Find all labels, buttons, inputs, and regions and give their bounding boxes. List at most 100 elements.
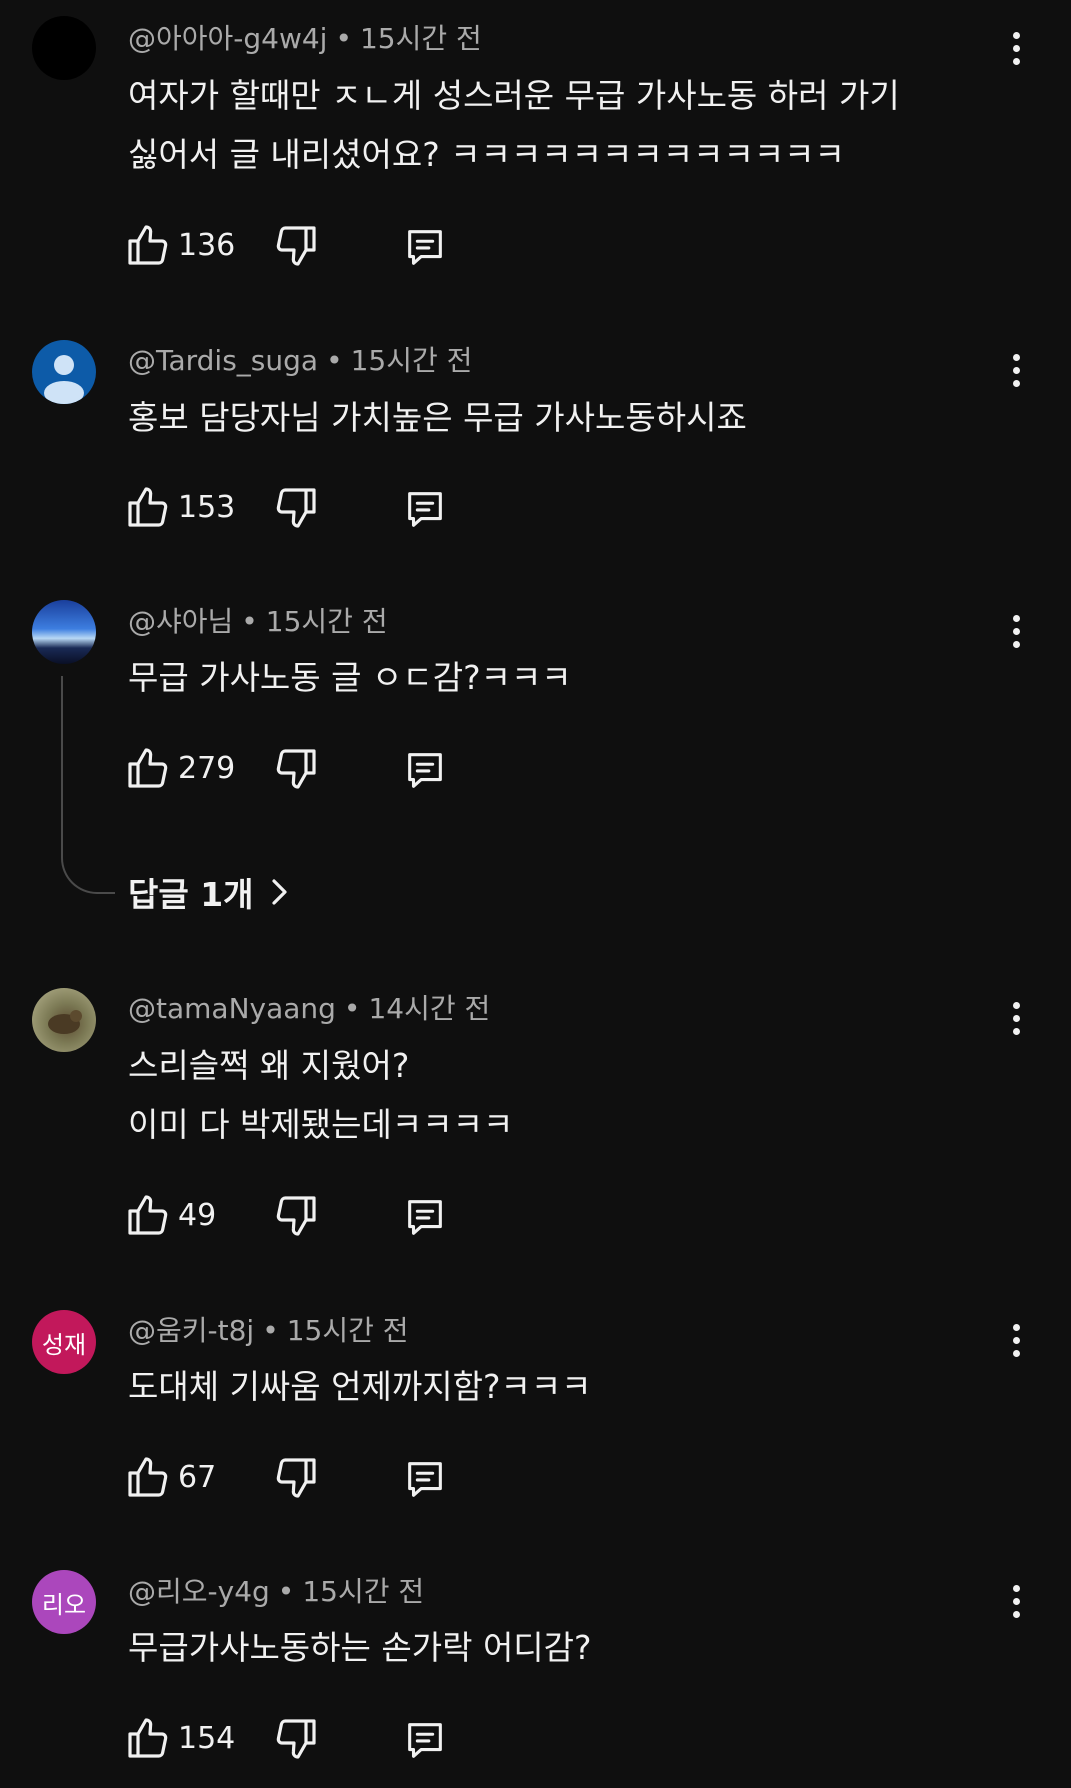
replies-label: 답글 1개: [128, 875, 254, 914]
comment-text: 홍보 담당자님 가치높은 무급 가사노동하시죠: [128, 388, 988, 447]
thumbs-up-icon: [128, 1718, 168, 1758]
thumbs-down-icon: [276, 488, 316, 528]
bird-photo-icon: [48, 1010, 82, 1034]
comment-line: 싫어서 글 내리셨어요? ㅋㅋㅋㅋㅋㅋㅋㅋㅋㅋㅋㅋㅋ: [128, 135, 845, 174]
comment-line: 스리슬쩍 왜 지웠어?: [128, 1046, 410, 1085]
author-name[interactable]: @샤아님: [128, 605, 233, 638]
comment-text: 무급 가사노동 글 ㅇㄷ감?ㅋㅋㅋ: [128, 648, 988, 707]
dislike-button[interactable]: [272, 745, 320, 797]
comment-icon: [408, 1200, 442, 1235]
separator-dot: •: [335, 22, 352, 55]
comment-text: 여자가 할때만 ㅈㄴ게 성스러운 무급 가사노동 하러 가기 싫어서 글 내리셨…: [128, 66, 988, 184]
reply-button[interactable]: [402, 1456, 448, 1506]
more-options-button[interactable]: [1000, 996, 1032, 1040]
thumbs-up-icon: [128, 1195, 168, 1235]
thread-connector: [61, 676, 115, 894]
like-count: 67: [178, 1459, 217, 1495]
like-button[interactable]: 279: [124, 743, 235, 793]
author-name[interactable]: @Tardis_suga: [128, 344, 318, 377]
like-button[interactable]: 153: [124, 482, 235, 532]
reply-button[interactable]: [402, 1194, 448, 1244]
separator-dot: •: [241, 605, 258, 638]
comment-text: 무급가사노동하는 손가락 어디감?: [128, 1618, 988, 1677]
dislike-button[interactable]: [272, 1192, 320, 1244]
comment-meta: @샤아님 • 15시간 전: [128, 605, 388, 639]
thumbs-down-icon: [276, 1719, 316, 1759]
more-options-button[interactable]: [1000, 1579, 1032, 1623]
reply-button[interactable]: [402, 224, 448, 274]
avatar[interactable]: [32, 16, 96, 80]
comment-meta: @아아아-g4w4j • 15시간 전: [128, 22, 482, 56]
default-profile-icon: [44, 355, 84, 404]
like-count: 153: [178, 489, 236, 525]
dislike-button[interactable]: [272, 222, 320, 274]
comment-meta: @Tardis_suga • 15시간 전: [128, 344, 472, 378]
dislike-button[interactable]: [272, 1454, 320, 1506]
separator-dot: •: [262, 1314, 279, 1347]
like-button[interactable]: 154: [124, 1713, 235, 1763]
comment-text: 도대체 기싸움 언제까지함?ㅋㅋㅋ: [128, 1357, 988, 1416]
author-name[interactable]: @아아아-g4w4j: [128, 22, 327, 55]
like-count: 49: [178, 1197, 217, 1233]
like-button[interactable]: 49: [124, 1190, 216, 1240]
reply-button[interactable]: [402, 1717, 448, 1767]
comment-icon: [408, 753, 442, 788]
like-button[interactable]: 67: [124, 1452, 216, 1502]
like-count: 136: [178, 227, 236, 263]
comment-actions: 154: [124, 1713, 484, 1763]
thumbs-down-icon: [276, 1196, 316, 1236]
timestamp: 15시간 전: [286, 1314, 409, 1347]
avatar[interactable]: 리오: [32, 1570, 96, 1634]
timestamp: 15시간 전: [265, 605, 388, 638]
separator-dot: •: [277, 1575, 295, 1608]
dislike-button[interactable]: [272, 484, 320, 536]
more-options-button[interactable]: [1000, 1318, 1032, 1362]
timestamp: 15시간 전: [350, 344, 473, 377]
comment-icon: [408, 492, 442, 527]
avatar[interactable]: [32, 600, 96, 664]
comment-line: 홍보 담당자님 가치높은 무급 가사노동하시죠: [128, 398, 747, 437]
reply-button[interactable]: [402, 486, 448, 536]
timestamp: 14시간 전: [368, 992, 491, 1025]
comment-line: 무급가사노동하는 손가락 어디감?: [128, 1628, 592, 1667]
thumbs-up-icon: [128, 1457, 168, 1497]
avatar-initials: 리오: [41, 1590, 87, 1619]
like-count: 279: [178, 750, 236, 786]
separator-dot: •: [343, 992, 361, 1025]
comment-actions: 136: [124, 220, 484, 270]
author-name[interactable]: @움키-t8j: [128, 1314, 254, 1347]
like-button[interactable]: 136: [124, 220, 235, 270]
author-name[interactable]: @tamaNyaang: [128, 992, 336, 1025]
comment-actions: 279: [124, 743, 484, 793]
comment-line: 무급 가사노동 글 ㅇㄷ감?ㅋㅋㅋ: [128, 658, 572, 697]
comment-line: 도대체 기싸움 언제까지함?ㅋㅋㅋ: [128, 1367, 592, 1406]
like-count: 154: [178, 1720, 236, 1756]
reply-button[interactable]: [402, 747, 448, 797]
thumbs-down-icon: [276, 1458, 316, 1498]
comment-icon: [408, 230, 442, 265]
dislike-button[interactable]: [272, 1715, 320, 1767]
avatar-initials: 성재: [41, 1330, 87, 1359]
thumbs-down-icon: [276, 749, 316, 789]
comment-actions: 67: [124, 1452, 484, 1502]
avatar[interactable]: 성재: [32, 1310, 96, 1374]
comment-text: 스리슬쩍 왜 지웠어? 이미 다 박제됐는데ㅋㅋㅋㅋ: [128, 1036, 988, 1154]
comment-line: 이미 다 박제됐는데ㅋㅋㅋㅋ: [128, 1105, 514, 1144]
avatar[interactable]: [32, 340, 96, 404]
chevron-right-icon: [271, 879, 287, 905]
comment-line: 여자가 할때만 ㅈㄴ게 성스러운 무급 가사노동 하러 가기: [128, 76, 900, 115]
comment-meta: @움키-t8j • 15시간 전: [128, 1314, 409, 1348]
view-replies-button[interactable]: 답글 1개: [128, 868, 290, 916]
more-options-button[interactable]: [1000, 609, 1032, 653]
more-options-button[interactable]: [1000, 26, 1032, 70]
avatar[interactable]: [32, 988, 96, 1052]
comment-actions: 153: [124, 482, 484, 532]
thumbs-up-icon: [128, 748, 168, 788]
comment-icon: [408, 1462, 442, 1497]
comment-meta: @tamaNyaang • 14시간 전: [128, 992, 490, 1026]
author-name[interactable]: @리오-y4g: [128, 1575, 270, 1608]
timestamp: 15시간 전: [359, 22, 482, 55]
separator-dot: •: [326, 344, 343, 377]
more-options-button[interactable]: [1000, 348, 1032, 392]
comment-actions: 49: [124, 1190, 484, 1240]
